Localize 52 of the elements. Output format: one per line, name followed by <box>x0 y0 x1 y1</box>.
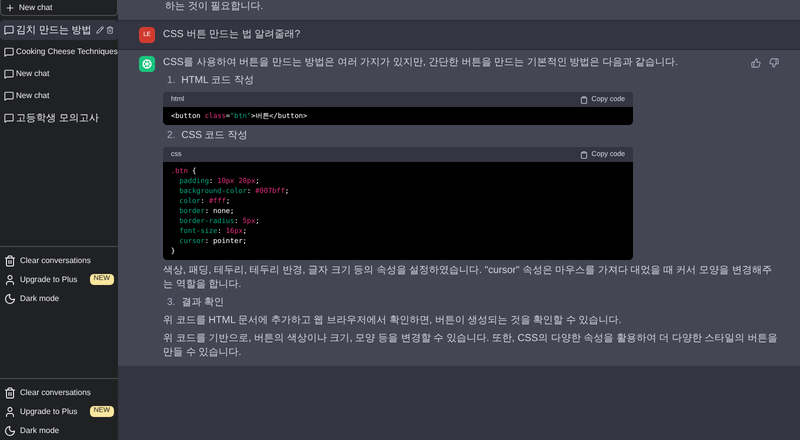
delete-icon[interactable] <box>106 26 114 34</box>
menu-item[interactable]: Clear conversations <box>0 383 118 402</box>
trash-icon <box>4 254 16 266</box>
menu-item[interactable]: Dark mode <box>0 289 118 308</box>
menu-label: Clear conversations <box>20 386 92 398</box>
moon-icon <box>4 292 16 304</box>
menu-item[interactable]: Clear conversations <box>0 251 118 270</box>
menu-label: Upgrade to Plus <box>20 406 78 418</box>
edit-icon[interactable] <box>96 26 104 34</box>
user-icon <box>4 274 16 286</box>
answer-text: 색상, 패딩, 테두리, 테두리 반경, 글자 크기 등의 속성을 설정하였습니다. "cursor" 속성은 마우스를 가져다 대었을 때 커서 모양을 변경해주는 역할을 합니다. <box>163 264 773 292</box>
trash-icon <box>4 386 16 398</box>
conversation-title: New chat <box>16 68 50 80</box>
step-number: 3. <box>167 296 176 310</box>
step-title: HTML 코드 작성 <box>181 74 254 88</box>
step-title: 결과 확인 <box>181 296 224 310</box>
assistant-logo-icon <box>139 56 155 72</box>
step-number: 1. <box>167 74 176 88</box>
conversation-item[interactable]: 고등학생 모의고사 <box>0 108 118 128</box>
plus-icon <box>5 2 15 12</box>
step-title: CSS 코드 작성 <box>181 129 248 143</box>
conversation-title: 고등학생 모의고사 <box>16 112 100 126</box>
chat-icon <box>4 113 14 123</box>
new-chat-button[interactable]: New chat <box>0 0 118 16</box>
thumbs-down-icon[interactable] <box>769 58 779 68</box>
conversation-item[interactable]: Cooking Cheese Techniques <box>0 42 118 62</box>
chat-icon <box>4 69 14 79</box>
answer-text: 위 코드를 기반으로, 버튼의 색상이나 크기, 모양 등을 변경할 수 있습니다. 또한, CSS의 다양한 속성을 활용하여 더 다양한 스타일의 버튼을 만들 수 있습니다. <box>163 332 778 360</box>
clipboard-icon <box>580 150 588 158</box>
conversation-title: Cooking Cheese Techniques <box>16 46 118 58</box>
message-text: 하는 것이 필요합니다. <box>165 1 264 12</box>
user-icon <box>4 406 16 418</box>
menu-label: Upgrade to Plus <box>20 274 78 286</box>
menu-label: Dark mode <box>20 424 60 436</box>
clipboard-icon <box>580 96 588 104</box>
menu-label: Clear conversations <box>20 254 92 266</box>
chat-icon <box>4 91 14 101</box>
conversation-item[interactable]: 김치 만드는 방법 <box>0 20 118 40</box>
conversation-item[interactable]: New chat <box>0 86 118 106</box>
step-number: 2. <box>167 129 176 143</box>
answer-text: 위 코드를 HTML 문서에 추가하고 웹 브라우저에서 확인하면, 버튼이 생성되는 것을 확인할 수 있습니다. <box>163 314 623 328</box>
chat-icon <box>4 25 14 35</box>
conversation-item[interactable]: New chat <box>0 64 118 84</box>
message-text: CSS 버튼 만드는 법 알려줄래? <box>163 28 300 42</box>
conversation-title: 김치 만드는 방법 <box>16 24 93 38</box>
menu-label: Dark mode <box>20 292 60 304</box>
moon-icon <box>4 424 16 436</box>
chat-icon <box>4 47 14 57</box>
thumbs-up-icon[interactable] <box>751 58 761 68</box>
answer-text: CSS를 사용하여 버튼을 만드는 방법은 여러 가지가 있지만, 간단한 버튼을 만드는 기본적인 방법은 다음과 같습니다. <box>163 56 680 70</box>
conversation-title: New chat <box>16 90 50 102</box>
menu-item[interactable]: Dark mode <box>0 421 118 440</box>
